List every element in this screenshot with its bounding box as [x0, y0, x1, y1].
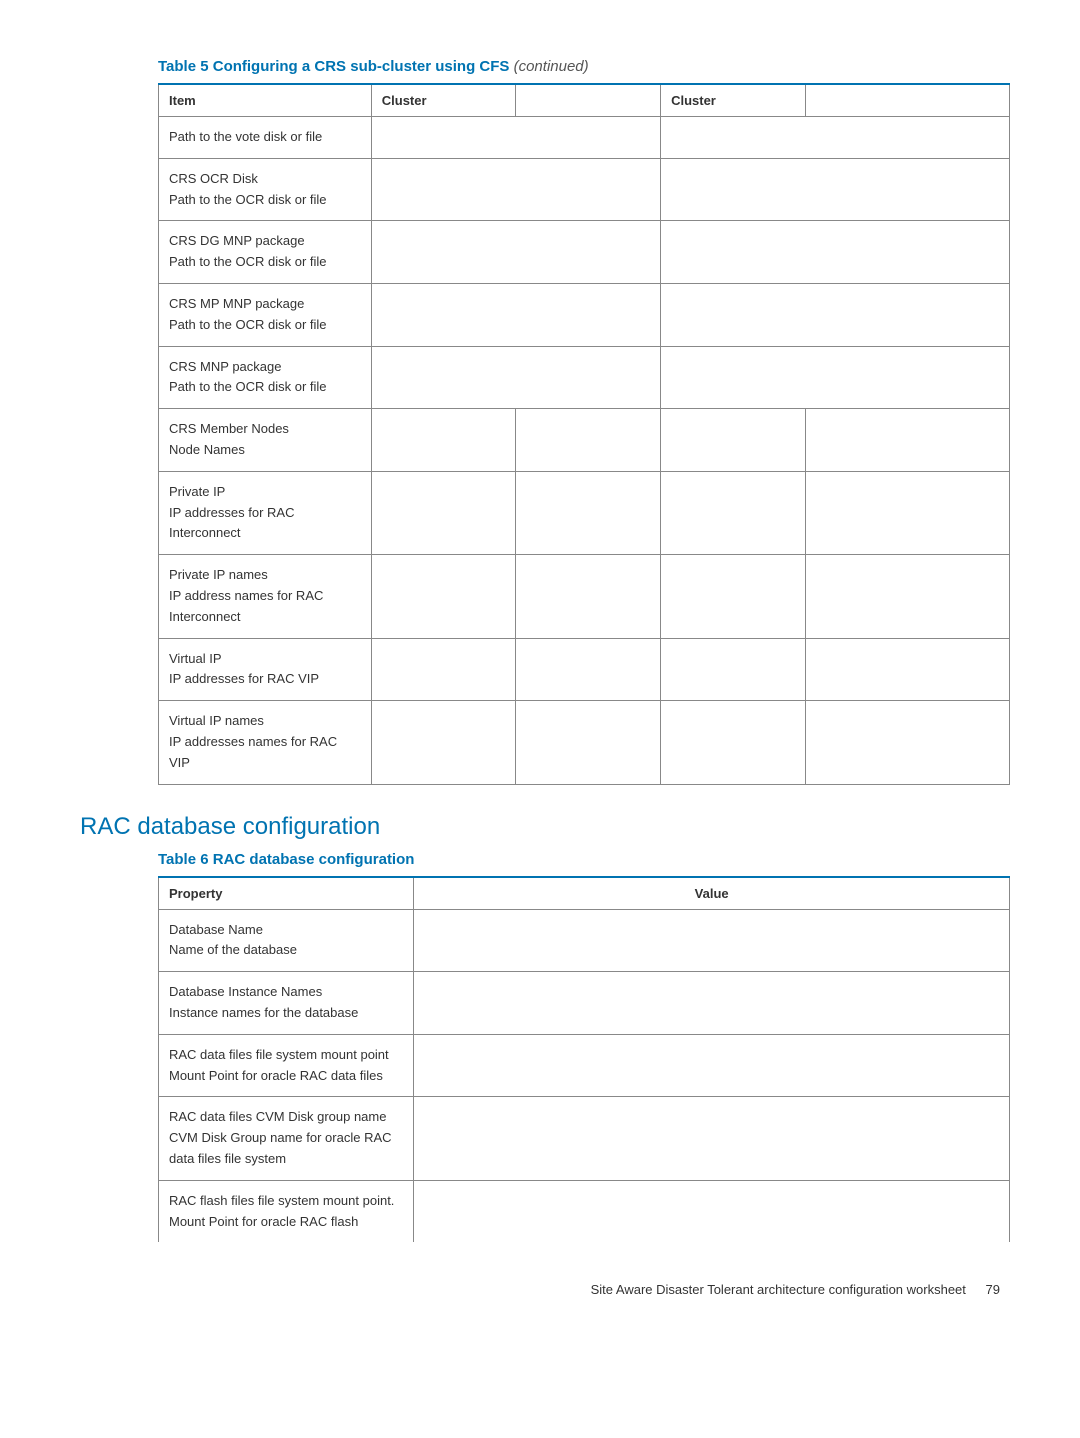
item-sub: Mount Point for oracle RAC data files — [169, 1066, 403, 1087]
table-row: Private IP IP addresses for RAC Intercon… — [159, 471, 1010, 554]
cell — [661, 346, 1010, 409]
item-main: Private IP — [169, 482, 361, 503]
page-footer: Site Aware Disaster Tolerant architectur… — [80, 1282, 1010, 1297]
cell — [414, 972, 1010, 1035]
item-main: CRS DG MNP package — [169, 231, 361, 252]
cell — [661, 555, 806, 638]
cell — [414, 1097, 1010, 1180]
item-sub: Instance names for the database — [169, 1003, 403, 1024]
cell — [661, 221, 1010, 284]
table6-caption: Table 6 RAC database configuration — [158, 851, 1010, 868]
cell — [661, 158, 1010, 221]
cell — [805, 471, 1009, 554]
section-heading-rac: RAC database configuration — [80, 813, 1010, 841]
table-row: RAC flash files file system mount point.… — [159, 1180, 1010, 1242]
table-row: Database Name Name of the database — [159, 909, 1010, 972]
item-sub: Path to the OCR disk or file — [169, 315, 361, 336]
footer-text: Site Aware Disaster Tolerant architectur… — [591, 1282, 966, 1297]
cell — [661, 117, 1010, 159]
cell — [516, 471, 661, 554]
cell — [414, 909, 1010, 972]
item-main: CRS OCR Disk — [169, 169, 361, 190]
item-sub: IP addresses for RAC VIP — [169, 669, 361, 690]
table5-th-item: Item — [159, 84, 372, 117]
item-main: CRS MNP package — [169, 357, 361, 378]
cell — [516, 555, 661, 638]
item-sub: Name of the database — [169, 940, 403, 961]
table-row: Virtual IP IP addresses for RAC VIP — [159, 638, 1010, 701]
cell — [371, 283, 660, 346]
cell — [371, 638, 516, 701]
cell — [805, 701, 1009, 784]
item-sub: Path to the OCR disk or file — [169, 252, 361, 273]
cell — [371, 221, 660, 284]
cell — [414, 1180, 1010, 1242]
table5-caption-text: Table 5 Configuring a CRS sub-cluster us… — [158, 58, 509, 75]
table5-caption: Table 5 Configuring a CRS sub-cluster us… — [158, 58, 1010, 75]
item-sub: IP address names for RAC Interconnect — [169, 586, 361, 628]
item-sub: Node Names — [169, 440, 361, 461]
item-main: CRS MP MNP package — [169, 294, 361, 315]
item-main: Database Instance Names — [169, 982, 403, 1003]
cell — [371, 555, 516, 638]
table5-th-cluster2b — [805, 84, 1009, 117]
table-row: Virtual IP names IP addresses names for … — [159, 701, 1010, 784]
table5-continued: (continued) — [514, 58, 589, 75]
table5: Item Cluster Cluster Path to the vote di… — [158, 83, 1010, 785]
cell — [516, 701, 661, 784]
cell — [516, 409, 661, 472]
cell — [661, 471, 806, 554]
cell — [661, 701, 806, 784]
item-main: Virtual IP — [169, 649, 361, 670]
cell — [371, 346, 660, 409]
table-row: Private IP names IP address names for RA… — [159, 555, 1010, 638]
item-main: CRS Member Nodes — [169, 419, 361, 440]
item-sub: Path to the OCR disk or file — [169, 190, 361, 211]
item-main: Private IP names — [169, 565, 361, 586]
item-sub: CVM Disk Group name for oracle RAC data … — [169, 1128, 403, 1170]
table-row: CRS OCR Disk Path to the OCR disk or fil… — [159, 158, 1010, 221]
item-sub: Mount Point for oracle RAC flash — [169, 1212, 403, 1233]
table-row: CRS MNP package Path to the OCR disk or … — [159, 346, 1010, 409]
cell — [371, 117, 660, 159]
item-main: Virtual IP names — [169, 711, 361, 732]
cell — [414, 1034, 1010, 1097]
cell — [805, 409, 1009, 472]
table-row: CRS DG MNP package Path to the OCR disk … — [159, 221, 1010, 284]
item-main: RAC data files file system mount point — [169, 1045, 403, 1066]
cell — [661, 409, 806, 472]
cell — [371, 409, 516, 472]
table-row: CRS MP MNP package Path to the OCR disk … — [159, 283, 1010, 346]
cell — [371, 471, 516, 554]
item-sub: IP addresses names for RAC VIP — [169, 732, 361, 774]
table6-th-value: Value — [414, 877, 1010, 910]
table6-th-property: Property — [159, 877, 414, 910]
cell — [661, 638, 806, 701]
item-main: RAC data files CVM Disk group name — [169, 1107, 403, 1128]
cell — [516, 638, 661, 701]
table-row: RAC data files CVM Disk group name CVM D… — [159, 1097, 1010, 1180]
item-sub: Path to the OCR disk or file — [169, 377, 361, 398]
table5-th-cluster1: Cluster — [371, 84, 516, 117]
table-row: CRS Member Nodes Node Names — [159, 409, 1010, 472]
table5-th-cluster1b — [516, 84, 661, 117]
cell — [371, 701, 516, 784]
table-row: Path to the vote disk or file — [159, 117, 1010, 159]
item-sub: IP addresses for RAC Interconnect — [169, 503, 361, 545]
item-sub: Path to the vote disk or file — [169, 127, 361, 148]
item-main: RAC flash files file system mount point. — [169, 1191, 403, 1212]
cell — [371, 158, 660, 221]
cell — [805, 555, 1009, 638]
footer-page: 79 — [986, 1282, 1000, 1297]
item-main: Database Name — [169, 920, 403, 941]
table-row: Database Instance Names Instance names f… — [159, 972, 1010, 1035]
table6: Property Value Database Name Name of the… — [158, 876, 1010, 1243]
cell — [661, 283, 1010, 346]
table-row: RAC data files file system mount point M… — [159, 1034, 1010, 1097]
table5-th-cluster2: Cluster — [661, 84, 806, 117]
cell — [805, 638, 1009, 701]
